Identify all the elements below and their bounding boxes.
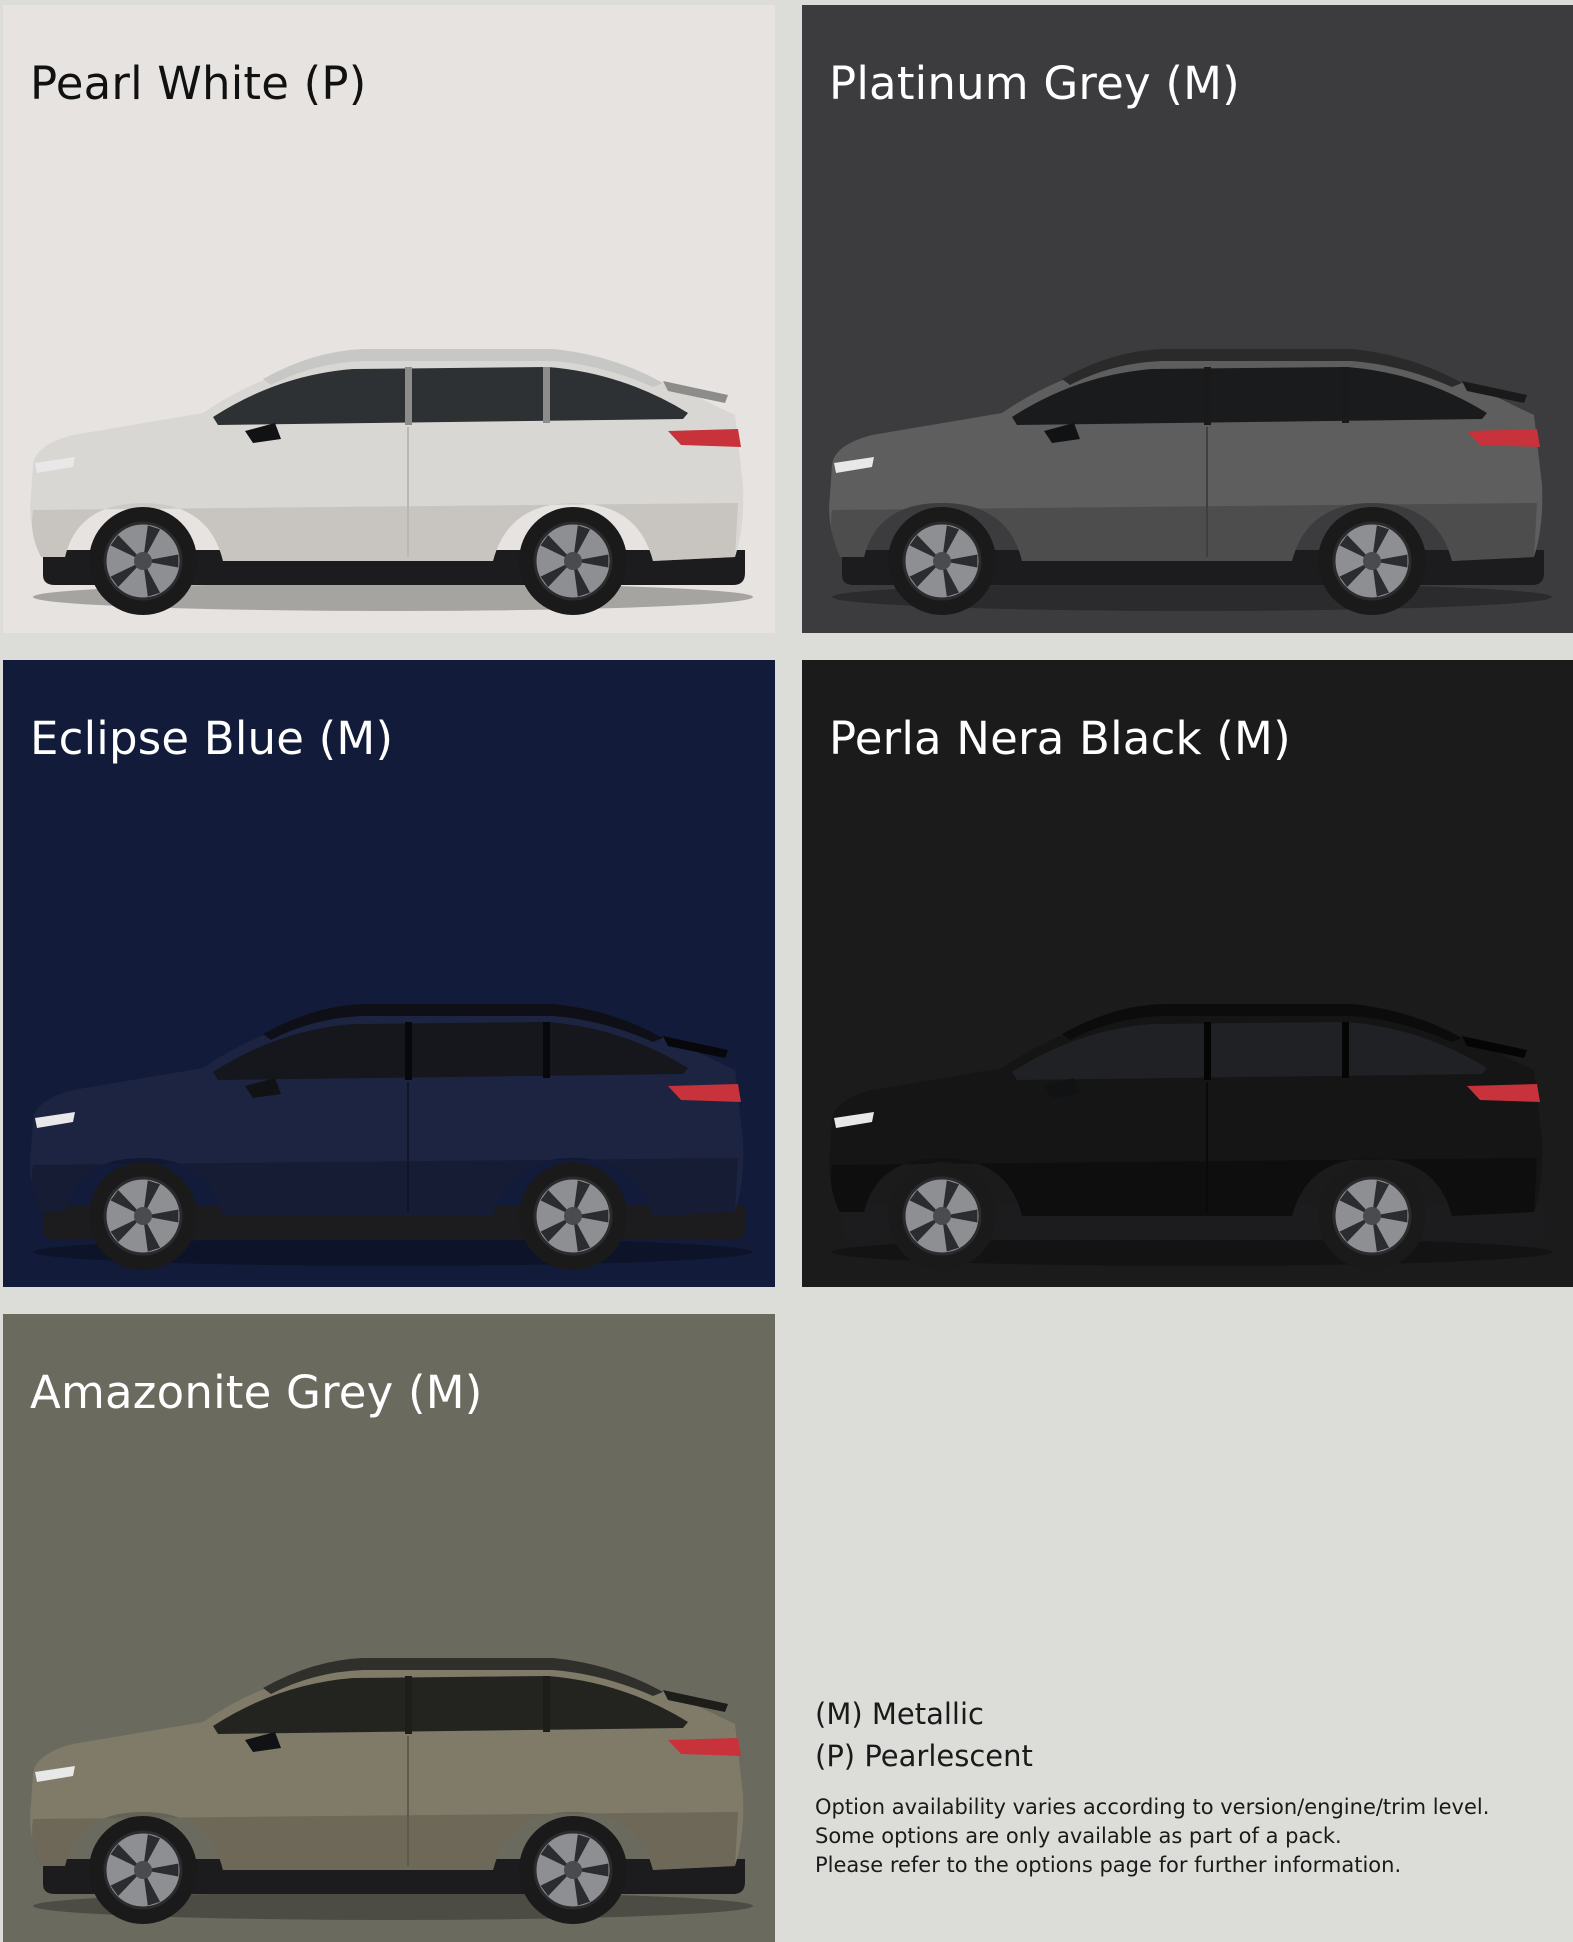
wheel-hub bbox=[564, 1207, 582, 1225]
car-c-pillar bbox=[543, 367, 550, 423]
wheel-hub bbox=[564, 1861, 582, 1879]
note-line-3: Please refer to the options page for fur… bbox=[815, 1853, 1402, 1877]
car-c-pillar bbox=[543, 1022, 550, 1078]
legend-availability-note: Option availability varies according to … bbox=[815, 1793, 1555, 1880]
wheel-hub bbox=[1363, 552, 1381, 570]
swatch-tile-platinum-grey: Platinum Grey (M) bbox=[802, 5, 1573, 633]
car-image bbox=[829, 1004, 1552, 1270]
wheel-hub bbox=[1363, 1207, 1381, 1225]
wheel-hub bbox=[134, 1861, 152, 1879]
car-b-pillar bbox=[405, 367, 412, 425]
wheel-hub bbox=[134, 1207, 152, 1225]
legend-metallic: (M) Metallic bbox=[815, 1697, 984, 1731]
car-b-pillar bbox=[1204, 367, 1211, 425]
car-image bbox=[30, 349, 753, 615]
swatch-tile-perla-nera-black: Perla Nera Black (M) bbox=[802, 660, 1573, 1287]
swatch-title: Amazonite Grey (M) bbox=[30, 1366, 483, 1419]
note-line-2: Some options are only available as part … bbox=[815, 1824, 1342, 1848]
swatch-title: Pearl White (P) bbox=[30, 57, 367, 110]
car-c-pillar bbox=[543, 1676, 550, 1732]
wheel-hub bbox=[933, 1207, 951, 1225]
car-image bbox=[30, 1658, 753, 1924]
swatch-tile-eclipse-blue: Eclipse Blue (M) bbox=[3, 660, 775, 1287]
paint-legend: (M) Metallic (P) Pearlescent Option avai… bbox=[815, 1693, 1555, 1880]
legend-pearlescent: (P) Pearlescent bbox=[815, 1739, 1033, 1773]
car-c-pillar bbox=[1342, 1022, 1349, 1078]
car-image bbox=[829, 349, 1552, 615]
car-c-pillar bbox=[1342, 367, 1349, 423]
wheel-hub bbox=[134, 552, 152, 570]
swatch-tile-pearl-white: Pearl White (P) bbox=[3, 5, 775, 633]
note-line-1: Option availability varies according to … bbox=[815, 1795, 1490, 1819]
car-b-pillar bbox=[405, 1022, 412, 1080]
car-image bbox=[30, 1004, 753, 1270]
swatch-title: Eclipse Blue (M) bbox=[30, 712, 394, 765]
car-b-pillar bbox=[405, 1676, 412, 1734]
car-b-pillar bbox=[1204, 1022, 1211, 1080]
wheel-hub bbox=[933, 552, 951, 570]
swatch-title: Platinum Grey (M) bbox=[829, 57, 1240, 110]
swatch-title: Perla Nera Black (M) bbox=[829, 712, 1291, 765]
wheel-hub bbox=[564, 552, 582, 570]
swatch-tile-amazonite-grey: Amazonite Grey (M) bbox=[3, 1314, 775, 1942]
